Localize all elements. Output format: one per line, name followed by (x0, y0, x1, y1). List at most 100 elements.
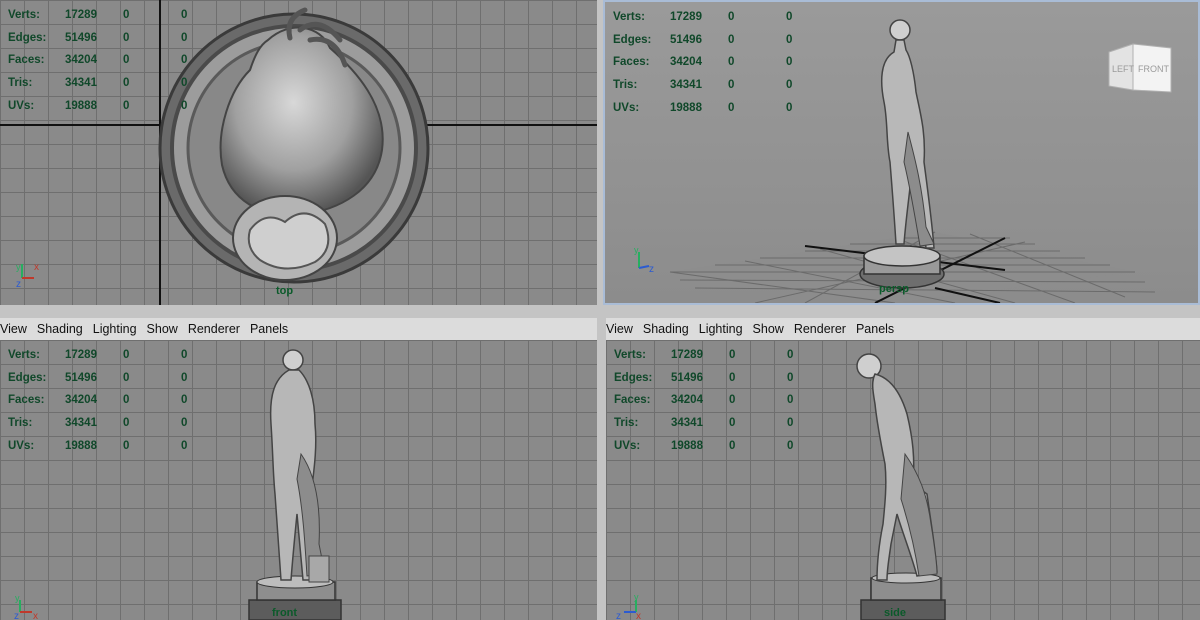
view-cube[interactable]: LEFT FRONT (1105, 40, 1175, 100)
hud-label: Faces: (8, 394, 45, 407)
viewport-menu-bar: View Shading Lighting Show Renderer Pane… (606, 318, 1200, 341)
view-cube-left-face[interactable]: LEFT (1112, 64, 1135, 74)
hud-label: Edges: (8, 31, 47, 44)
poly-count-hud: Verts: 17289 0 0 Edges: 51496 0 0 Faces: 34204 0… (614, 344, 817, 458)
menu-renderer[interactable]: Renderer (789, 322, 851, 336)
menu-panels[interactable]: Panels (245, 322, 293, 336)
hud-row-uvs: UVs: 19888 0 0 (614, 435, 817, 458)
hud-value: 34341 (671, 417, 703, 430)
hud-value: 0 (786, 11, 793, 23)
hud-value: 19888 (670, 101, 702, 114)
hud-label: Verts: (8, 9, 40, 21)
viewport-front[interactable]: View Shading Lighting Show Renderer Pane… (0, 318, 597, 620)
hud-value: 0 (786, 33, 793, 46)
statue-model-front[interactable] (245, 344, 345, 620)
viewport-persp[interactable]: Verts: 17289 0 0 Edges: 51496 0 0 Faces: 34204 0… (603, 0, 1200, 305)
hud-value: 0 (729, 417, 736, 430)
hud-value: 51496 (670, 33, 702, 46)
viewport-top-canvas[interactable]: Verts: 17289 0 0 Edges: 51496 0 0 Faces: 34204 0… (0, 0, 597, 305)
hud-row-faces: Faces: 34204 0 0 (8, 49, 211, 72)
hud-row-tris: Tris: 34341 0 0 (8, 412, 211, 435)
hud-row-edges: Edges: 51496 0 0 (8, 367, 211, 390)
hud-value: 0 (123, 54, 130, 67)
hud-value: 34341 (65, 417, 97, 430)
hud-value: 0 (123, 349, 130, 361)
hud-value: 34204 (670, 56, 702, 69)
hud-label: Faces: (614, 394, 651, 407)
statue-model-side[interactable] (841, 344, 951, 620)
menu-shading[interactable]: Shading (32, 322, 88, 336)
hud-value: 0 (729, 349, 736, 361)
camera-label: front (272, 607, 298, 619)
hud-value: 19888 (65, 439, 97, 452)
axis-z-label: z (14, 611, 19, 620)
hud-value: 0 (181, 31, 188, 44)
hud-label: Verts: (614, 349, 646, 361)
hud-value: 0 (181, 394, 188, 407)
axis-y-label: y (634, 592, 639, 602)
hud-value: 0 (123, 77, 130, 90)
hud-value: 0 (123, 31, 130, 44)
viewport-front-canvas[interactable]: Verts: 17289 0 0 Edges: 51496 0 0 Faces: 34204 0… (0, 340, 597, 620)
menu-show[interactable]: Show (748, 322, 789, 336)
menu-view[interactable]: View (0, 322, 32, 336)
hud-label: Edges: (614, 371, 653, 384)
hud-value: 17289 (65, 9, 97, 21)
hud-label: Tris: (614, 417, 639, 430)
hud-value: 0 (729, 439, 736, 452)
hud-row-faces: Faces: 34204 0 0 (613, 51, 816, 74)
hud-value: 0 (728, 101, 735, 114)
hud-row-uvs: UVs: 19888 0 0 (613, 97, 816, 120)
axis-x-label: x (33, 611, 38, 620)
hud-value: 0 (181, 54, 188, 67)
viewport-side[interactable]: View Shading Lighting Show Renderer Pane… (606, 318, 1200, 620)
camera-label: persp (879, 283, 909, 295)
menu-renderer[interactable]: Renderer (183, 322, 245, 336)
hud-row-edges: Edges: 51496 0 0 (614, 367, 817, 390)
menu-show[interactable]: Show (142, 322, 183, 336)
axis-y-label: y (16, 262, 21, 272)
hud-row-faces: Faces: 34204 0 0 (8, 389, 211, 412)
axis-indicator: y x z (16, 262, 39, 288)
hud-value: 0 (181, 349, 188, 361)
menu-view[interactable]: View (606, 322, 638, 336)
hud-value: 0 (123, 394, 130, 407)
hud-row-tris: Tris: 34341 0 0 (8, 72, 211, 95)
hud-value: 0 (786, 79, 793, 92)
hud-value: 0 (729, 394, 736, 407)
hud-row-uvs: UVs: 19888 0 0 (8, 435, 211, 458)
view-cube-front-face[interactable]: FRONT (1138, 64, 1169, 74)
hud-value: 0 (123, 371, 130, 384)
hud-value: 0 (728, 56, 735, 69)
menu-lighting[interactable]: Lighting (694, 322, 748, 336)
hud-value: 34204 (671, 394, 703, 407)
hud-label: Edges: (8, 371, 47, 384)
hud-value: 0 (786, 56, 793, 69)
menu-panels[interactable]: Panels (851, 322, 899, 336)
hud-row-uvs: UVs: 19888 0 0 (8, 95, 211, 118)
viewport-menu-bar: View Shading Lighting Show Renderer Pane… (0, 318, 597, 341)
hud-value: 0 (123, 99, 130, 112)
poly-count-hud: Verts: 17289 0 0 Edges: 51496 0 0 Faces: 34204 0… (8, 344, 211, 458)
hud-value: 0 (181, 77, 188, 90)
hud-label: UVs: (613, 101, 640, 114)
menu-lighting[interactable]: Lighting (88, 322, 142, 336)
viewport-top[interactable]: Verts: 17289 0 0 Edges: 51496 0 0 Faces: 34204 0… (0, 0, 597, 305)
hud-row-verts: Verts: 17289 0 0 (8, 4, 211, 27)
hud-label: Verts: (8, 349, 40, 361)
hud-value: 19888 (65, 99, 97, 112)
hud-row-verts: Verts: 17289 0 0 (614, 344, 817, 367)
hud-value: 17289 (65, 349, 97, 361)
hud-value: 0 (123, 417, 130, 430)
axis-y-label: y (15, 593, 20, 603)
menu-shading[interactable]: Shading (638, 322, 694, 336)
hud-value: 51496 (65, 31, 97, 44)
hud-value: 0 (181, 99, 188, 112)
statue-model-persp[interactable] (850, 12, 950, 297)
poly-count-hud: Verts: 17289 0 0 Edges: 51496 0 0 Faces: 34204 0… (8, 4, 211, 118)
hud-value: 0 (729, 371, 736, 384)
hud-label: Faces: (613, 56, 650, 69)
viewport-side-canvas[interactable]: Verts: 17289 0 0 Edges: 51496 0 0 Faces: 34204 0… (606, 340, 1200, 620)
viewport-persp-canvas[interactable]: Verts: 17289 0 0 Edges: 51496 0 0 Faces: 34204 0… (605, 2, 1198, 303)
hud-value: 0 (123, 9, 130, 21)
